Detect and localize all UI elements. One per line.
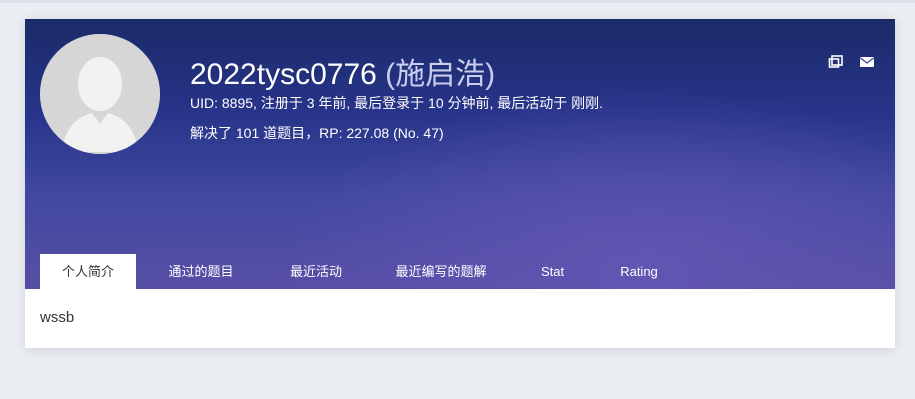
bio-text: wssb — [40, 309, 75, 326]
profile-name: 2022tysc0776 (施启浩) — [190, 49, 495, 93]
profile-banner: 2022tysc0776 (施启浩) UID: 8895, 注册于 3 年前, … — [25, 19, 895, 289]
avatar[interactable] — [40, 34, 160, 154]
profile-stats-line: UID: 8895, 注册于 3 年前, 最后登录于 10 分钟前, 最后活动于… — [190, 95, 604, 111]
tab-rating[interactable]: Rating — [604, 254, 674, 289]
tab-recent-activity[interactable]: 最近活动 — [276, 254, 356, 289]
tab-profile[interactable]: 个人简介 — [40, 254, 136, 289]
mail-icon[interactable] — [859, 54, 875, 70]
tab-solved-problems[interactable]: 通过的题目 — [156, 254, 246, 289]
message-icon[interactable] — [828, 54, 844, 70]
profile-card: 2022tysc0776 (施启浩) UID: 8895, 注册于 3 年前, … — [25, 19, 895, 348]
tab-stat[interactable]: Stat — [530, 254, 575, 289]
tab-recent-solutions[interactable]: 最近编写的题解 — [381, 254, 501, 289]
default-avatar-icon — [40, 34, 160, 154]
top-border — [0, 0, 915, 3]
real-name: (施启浩) — [385, 58, 496, 91]
profile-solved-line: 解决了 101 道题目，RP: 227.08 (No. 47) — [190, 125, 444, 141]
username: 2022tysc0776 — [190, 58, 377, 91]
